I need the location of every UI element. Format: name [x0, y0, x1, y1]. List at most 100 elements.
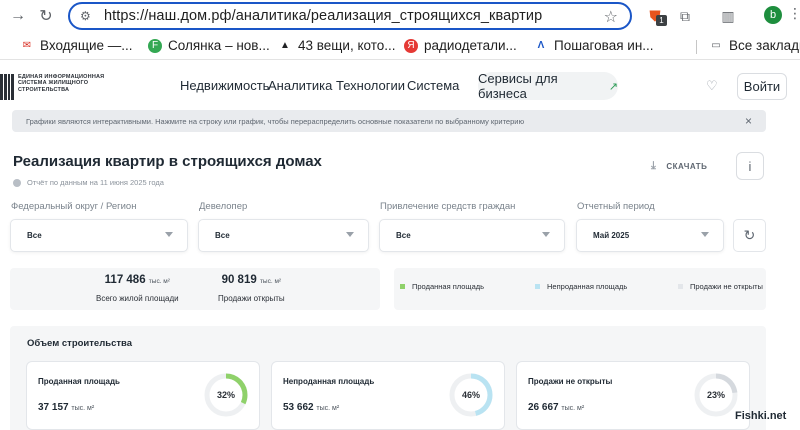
bookmark-item[interactable]: ▲ 43 вещи, кото...	[278, 38, 396, 53]
stat-sales-open[interactable]: 90 819 тыс. м² Продажи открыты	[218, 274, 285, 303]
report-date: Отчёт по данным на 11 июня 2025 года	[13, 178, 164, 187]
site-settings-icon[interactable]: ⚙	[80, 9, 98, 23]
filter-developer-select[interactable]: Все	[198, 219, 369, 252]
card-value: 37 157 тыс. м²	[38, 402, 95, 413]
card-sold-area[interactable]: Проданная площадь 37 157 тыс. м² 32%	[26, 361, 260, 430]
browser-toolbar: → ↻ ⚙ https://наш.дом.рф/аналитика/реали…	[0, 0, 800, 32]
reload-icon[interactable]: ↻	[34, 4, 58, 28]
bookmark-label: Все закладки	[729, 38, 800, 53]
bookmark-label: Пошаговая ин...	[554, 38, 654, 53]
filter-funding-select[interactable]: Все	[379, 219, 565, 252]
nav-realty[interactable]: Недвижимость	[180, 78, 269, 93]
legend-label: Проданная площадь	[412, 282, 485, 291]
filter-developer-label: Девелопер	[199, 201, 248, 212]
forward-arrow-icon[interactable]: →	[6, 4, 30, 28]
filter-region-select[interactable]: Все	[10, 219, 188, 252]
nav-technologies[interactable]: Технологии	[336, 78, 405, 93]
card-not-open-area[interactable]: Продажи не открыты 26 667 тыс. м² 23%	[516, 361, 750, 430]
filter-developer-value: Все	[215, 231, 230, 240]
bookmarks-bar: ✉ Входящие —... F Солянка – нов... ▲ 43 …	[0, 32, 800, 60]
stat-label: Всего жилой площади	[96, 294, 179, 303]
caret-down-icon	[346, 232, 354, 237]
bookmark-label: Солянка – нов...	[168, 38, 270, 53]
legend-sold[interactable]: Проданная площадь	[400, 282, 484, 291]
reading-list-icon[interactable]: ▥	[717, 5, 739, 27]
card-value: 53 662 тыс. м²	[283, 402, 340, 413]
donut-percent: 23%	[707, 390, 725, 400]
download-icon: ⤓	[651, 160, 657, 172]
favorites-heart-icon[interactable]: ♡	[706, 78, 718, 94]
card-label: Непроданная площадь	[283, 377, 375, 386]
business-services-button[interactable]: Сервисы для бизнеса ↗	[478, 71, 618, 101]
bookmark-item[interactable]: ✉ Входящие —...	[20, 38, 133, 53]
summary-stats: 117 486 тыс. м² Всего жилой площади 90 8…	[10, 268, 380, 310]
bookmark-star-icon[interactable]: ☆	[604, 7, 618, 27]
legend-swatch	[678, 284, 683, 289]
site-header: ЕДИНАЯ ИНФОРМАЦИОННАЯ СИСТЕМА ЖИЛИЩНОГО …	[0, 60, 800, 110]
caret-down-icon	[542, 232, 550, 237]
card-value: 26 667 тыс. м²	[528, 402, 585, 413]
card-label: Продажи не открыты	[528, 377, 613, 386]
refresh-icon: ↻	[743, 227, 756, 243]
watermark: Fishki.net	[735, 410, 787, 422]
page-title: Реализация квартир в строящихся домах	[13, 153, 322, 170]
filter-period-value: Май 2025	[593, 231, 630, 240]
bookmark-label: радиодетали...	[424, 38, 517, 53]
reset-filters-button[interactable]: ↻	[733, 219, 766, 252]
site-icon: F	[148, 38, 162, 53]
legend-label: Продажи не открыты	[690, 282, 763, 291]
legend-label: Непроданная площадь	[547, 282, 628, 291]
bookmark-item[interactable]: Λ Пошаговая ин...	[534, 38, 654, 53]
business-services-label: Сервисы для бизнеса	[478, 71, 558, 101]
address-bar[interactable]: ⚙ https://наш.дом.рф/аналитика/реализаци…	[68, 2, 632, 30]
nav-system[interactable]: Система	[407, 78, 459, 93]
bookmark-separator	[696, 40, 697, 54]
section-title: Объем строительства	[27, 338, 133, 349]
legend: Проданная площадь Непроданная площадь Пр…	[394, 268, 766, 310]
login-button[interactable]: Войти	[737, 73, 787, 100]
card-unsold-area[interactable]: Непроданная площадь 53 662 тыс. м² 46%	[271, 361, 505, 430]
profile-avatar[interactable]: b	[764, 6, 782, 24]
donut-chart: 23%	[694, 373, 738, 417]
filter-funding-label: Привлечение средств граждан	[380, 201, 516, 212]
filter-period-select[interactable]: Май 2025	[576, 219, 724, 252]
extension-badge: 1	[656, 15, 667, 26]
browser-menu-icon[interactable]: ⋮	[788, 5, 800, 22]
site-logo[interactable]: ЕДИНАЯ ИНФОРМАЦИОННАЯ СИСТЕМА ЖИЛИЩНОГО …	[0, 74, 108, 100]
stat-total-area[interactable]: 117 486 тыс. м² Всего жилой площади	[96, 274, 179, 303]
info-notice: Графики являются интерактивными. Нажмите…	[12, 110, 766, 132]
legend-swatch	[400, 284, 405, 289]
clock-icon	[13, 178, 21, 187]
all-bookmarks[interactable]: ▭ Все закладки	[709, 38, 800, 53]
download-button[interactable]: ⤓ СКАЧАТЬ	[651, 160, 707, 173]
download-label: СКАЧАТЬ	[666, 162, 708, 171]
close-icon[interactable]: ×	[745, 114, 752, 128]
stat-value: 90 819 тыс. м²	[221, 274, 282, 286]
report-date-text: Отчёт по данным на 11 июня 2025 года	[27, 178, 164, 187]
nav-analytics[interactable]: Аналитика	[268, 78, 332, 93]
filter-funding-value: Все	[396, 231, 411, 240]
mail-icon: ✉	[22, 40, 32, 51]
site-icon: Λ	[537, 40, 545, 51]
url-text[interactable]: https://наш.дом.рф/аналитика/реализация_…	[104, 8, 542, 24]
legend-not-open[interactable]: Продажи не открыты	[678, 282, 763, 291]
extensions-puzzle-icon[interactable]: ⧉	[674, 5, 696, 27]
legend-unsold[interactable]: Непроданная площадь	[535, 282, 627, 291]
yandex-icon: Я	[404, 38, 418, 53]
legend-swatch	[535, 284, 540, 289]
bookmark-item[interactable]: Я радиодетали...	[404, 38, 517, 53]
info-button[interactable]: i	[736, 152, 764, 180]
folder-icon: ▭	[711, 40, 721, 51]
logo-mark-icon	[0, 74, 14, 100]
caret-down-icon	[165, 232, 173, 237]
bookmark-label: Входящие —...	[40, 38, 133, 53]
bookmark-item[interactable]: F Солянка – нов...	[148, 38, 270, 53]
arrow-up-right-icon: ↗	[608, 80, 618, 93]
filter-period-label: Отчетный период	[577, 201, 655, 212]
notice-text: Графики являются интерактивными. Нажмите…	[26, 116, 525, 126]
donut-percent: 46%	[462, 390, 480, 400]
bookmark-label: 43 вещи, кото...	[298, 38, 396, 53]
donut-chart: 32%	[204, 373, 248, 417]
caret-down-icon	[701, 232, 709, 237]
filter-region-label: Федеральный округ / Регион	[11, 201, 137, 212]
